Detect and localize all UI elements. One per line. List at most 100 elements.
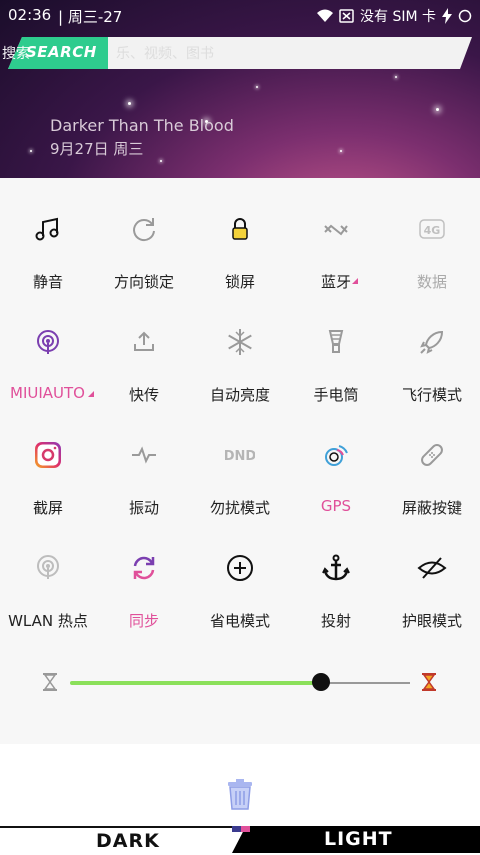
sync-icon <box>133 556 155 580</box>
broadcast-icon <box>37 330 59 354</box>
dark-theme-button[interactable]: DARK <box>0 826 250 855</box>
bluetooth-icon <box>324 224 348 236</box>
bulb-icon <box>328 330 344 353</box>
tile-mobile-data[interactable]: 4G 数据 <box>384 178 480 291</box>
light-theme-label: LIGHT <box>324 828 393 850</box>
camera-icon <box>35 442 61 468</box>
star <box>30 150 32 152</box>
tile-label: 勿扰模式 <box>209 499 270 517</box>
light-theme-button[interactable]: LIGHT <box>232 826 480 853</box>
brightness-track <box>322 682 410 684</box>
now-playing-date: 9月27日 周三 <box>50 140 144 158</box>
tile-power-saving[interactable]: 省电模式 <box>192 517 288 630</box>
tile-label: 振动 <box>128 499 159 517</box>
tile-label: WLAN 热点 <box>8 612 88 630</box>
tile-wlan-hotspot[interactable]: WLAN 热点 <box>0 517 96 630</box>
status-time: 02:36 <box>8 6 52 24</box>
trash-icon[interactable] <box>225 778 255 810</box>
star <box>436 108 439 111</box>
tile-bluetooth[interactable]: 蓝牙 <box>288 178 384 291</box>
brightness-fill <box>70 681 322 685</box>
status-date: | 周三-27 <box>58 8 123 26</box>
tile-gps[interactable]: GPS <box>288 404 384 517</box>
hourglass-icon <box>43 673 57 691</box>
tile-label: 截屏 <box>32 499 63 517</box>
dark-theme-label: DARK <box>96 830 160 852</box>
sim-status-text: 没有 SIM 卡 <box>360 9 436 25</box>
tile-label: 数据 <box>416 273 447 291</box>
star <box>340 150 342 152</box>
hotspot-icon <box>37 555 59 579</box>
battery-circle-icon <box>458 9 472 23</box>
tile-label: 蓝牙 <box>320 273 351 291</box>
charging-icon <box>442 8 452 24</box>
star <box>160 160 162 162</box>
wifi-icon <box>317 9 333 22</box>
tile-label: 飞行模式 <box>401 386 462 404</box>
eye-off-icon <box>417 557 447 579</box>
tile-mute[interactable]: 静音 <box>0 178 96 291</box>
star <box>256 86 258 88</box>
expand-indicator-icon <box>352 278 358 284</box>
tile-block-keys[interactable]: 屏蔽按键 <box>384 404 480 517</box>
tile-vibrate[interactable]: 振动 <box>96 404 192 517</box>
tile-flashlight[interactable]: 手电筒 <box>288 291 384 404</box>
tile-cast[interactable]: 投射 <box>288 517 384 630</box>
search-hint-trailing: 乐、视频、图书 <box>116 46 214 62</box>
tile-auto-brightness[interactable]: 自动亮度 <box>192 291 288 404</box>
expand-indicator-icon <box>88 391 94 397</box>
lock-icon <box>232 218 248 240</box>
search-bar[interactable]: 乐、视频、图书 搜索 SEARCH <box>2 37 472 69</box>
brightness-knob[interactable] <box>312 673 330 691</box>
star <box>128 102 131 105</box>
tile-label: 护眼模式 <box>401 612 462 630</box>
svg-text:4G: 4G <box>424 224 441 237</box>
no-sim-icon <box>339 9 354 23</box>
tile-eye-care[interactable]: 护眼模式 <box>384 517 480 630</box>
anchor-icon <box>322 554 350 581</box>
status-bar: 02:36 | 周三-27 没有 SIM 卡 <box>0 0 480 30</box>
tile-quick-transfer[interactable]: 快传 <box>96 291 192 404</box>
search-label: SEARCH <box>26 43 97 61</box>
gps-icon <box>325 445 348 466</box>
tile-label: 同步 <box>128 612 159 630</box>
pulse-icon <box>132 446 156 464</box>
tile-label: 锁屏 <box>224 273 255 291</box>
snowflake-icon <box>228 329 252 355</box>
tile-miuiauto[interactable]: MIUIAUTO <box>0 291 96 404</box>
dnd-icon: DND <box>225 449 255 464</box>
tile-label: 自动亮度 <box>209 386 270 404</box>
tile-label: MIUIAUTO <box>10 384 85 402</box>
tile-sync[interactable]: 同步 <box>96 517 192 630</box>
tile-lock-screen[interactable]: 锁屏 <box>192 178 288 291</box>
plus-circle-icon <box>227 555 253 581</box>
theme-indicator <box>232 826 250 832</box>
tile-rotation-lock[interactable]: 方向锁定 <box>96 178 192 291</box>
tile-label: 快传 <box>128 386 159 404</box>
status-icons: 没有 SIM 卡 <box>317 6 472 26</box>
upload-icon <box>134 331 154 351</box>
star <box>395 76 397 78</box>
tile-label: 方向锁定 <box>113 273 174 291</box>
wallpaper-header: 02:36 | 周三-27 没有 SIM 卡 乐、视频、图书 搜索 SEARCH… <box>0 0 480 178</box>
tile-screenshot[interactable]: 截屏 <box>0 404 96 517</box>
4g-icon: 4G <box>419 219 445 239</box>
brightness-slider[interactable] <box>0 662 480 702</box>
tile-airplane-mode[interactable]: 飞行模式 <box>384 291 480 404</box>
rocket-icon <box>420 330 444 354</box>
now-playing-title[interactable]: Darker Than The Blood <box>50 116 234 135</box>
music-note-icon <box>35 217 59 241</box>
bandage-icon <box>421 444 443 466</box>
tile-label: 静音 <box>32 273 63 291</box>
tile-label: 屏蔽按键 <box>401 499 462 517</box>
tile-label: 省电模式 <box>209 612 270 630</box>
quick-settings-panel: 静音 方向锁定 锁屏 蓝牙 4G 数据 MIUIAUTO 快传 自动亮度 手电筒… <box>0 178 480 744</box>
rotate-icon <box>133 218 155 242</box>
tile-label: 投射 <box>320 612 351 630</box>
tile-label: 手电筒 <box>313 386 359 404</box>
tile-do-not-disturb[interactable]: DND 勿扰模式 <box>192 404 288 517</box>
hourglass-full-icon <box>422 673 436 691</box>
tile-label: GPS <box>320 497 352 515</box>
svg-text:DND: DND <box>225 449 255 464</box>
theme-switcher: DARK LIGHT <box>0 826 480 855</box>
